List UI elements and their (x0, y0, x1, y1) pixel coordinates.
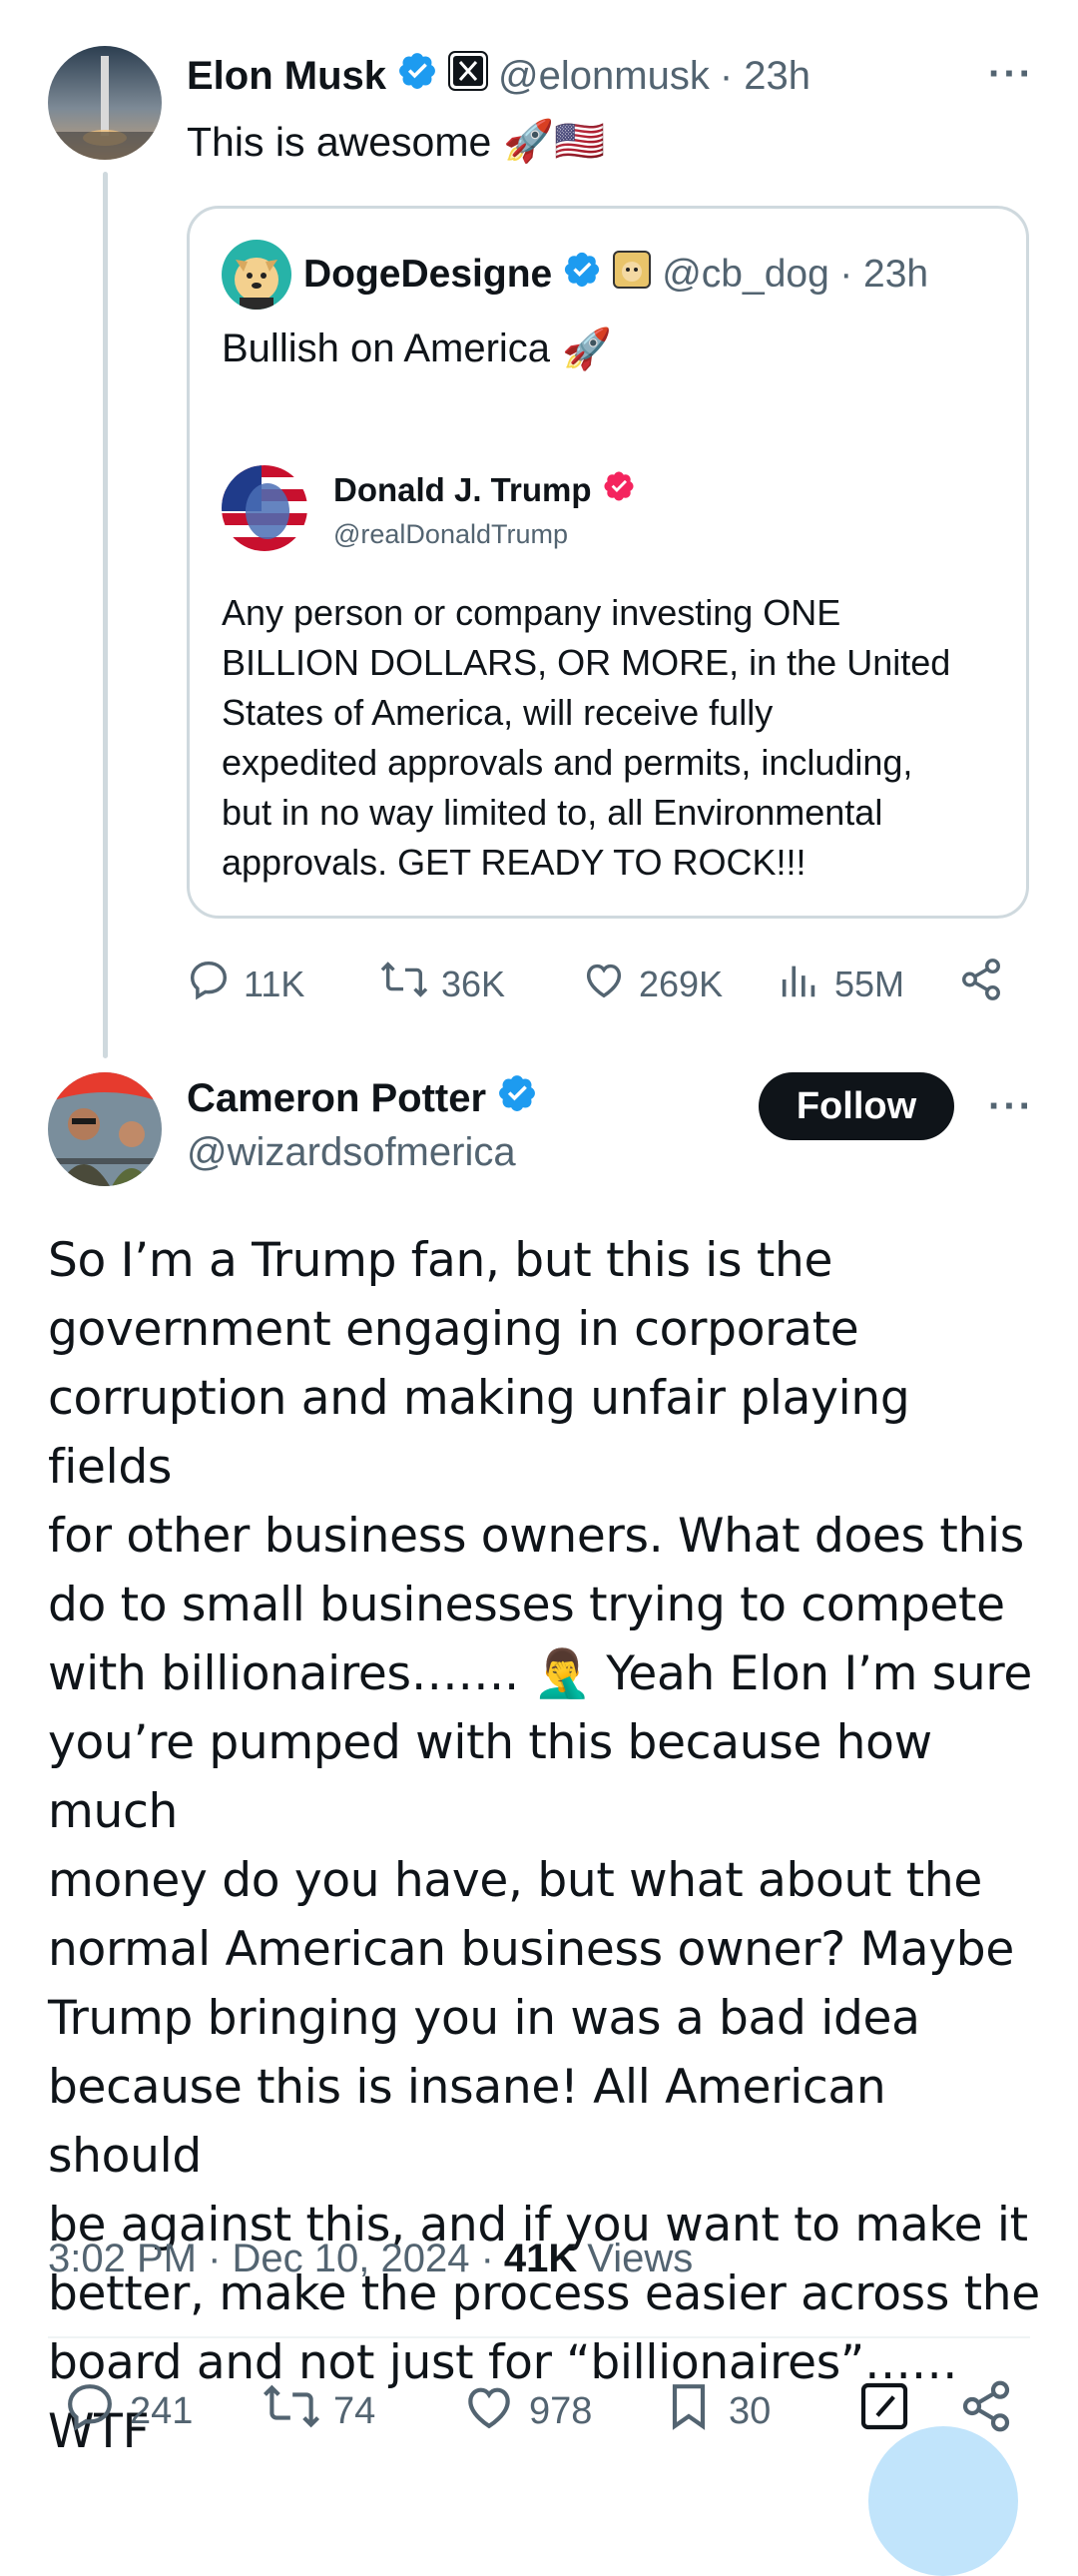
embedded-author-name: Donald J. Trump (333, 471, 592, 508)
verified-badge-icon (562, 250, 602, 300)
quote-time[interactable]: · 23h (839, 253, 928, 297)
tweet-text: This is awesome (187, 118, 492, 165)
views-count: 55M (834, 963, 905, 1004)
retweet-button[interactable]: 36K (379, 957, 505, 1011)
dogedesigner-avatar[interactable] (222, 240, 291, 310)
views-label: Views (587, 2237, 694, 2280)
reply-icon (62, 2378, 118, 2444)
bookmark-button[interactable]: 30 (661, 2378, 771, 2444)
reply-button[interactable]: 11K (186, 957, 304, 1011)
reply-author-handle[interactable]: @wizardsofmerica (187, 1130, 516, 1175)
like-button[interactable]: 269K (581, 957, 723, 1011)
quote-author-name[interactable]: DogeDesigne (303, 253, 552, 297)
follow-button[interactable]: Follow (759, 1072, 954, 1140)
tweet-timestamp[interactable]: 3:02 PM · Dec 10, 2024 · (48, 2237, 494, 2281)
verified-badge-icon (396, 50, 438, 102)
retweet-count: 74 (333, 2389, 376, 2432)
trump-avatar (222, 465, 307, 551)
reply-button[interactable]: 241 (62, 2378, 193, 2444)
share-icon[interactable] (958, 957, 1004, 1007)
bookmark-count: 30 (729, 2389, 772, 2432)
reply-author-name[interactable]: Cameron Potter (187, 1076, 486, 1121)
verified-badge-icon (496, 1072, 538, 1124)
like-count: 978 (529, 2389, 593, 2432)
like-count: 269K (639, 963, 724, 1004)
verified-badge-icon (602, 469, 636, 511)
divider (48, 2336, 1030, 2338)
thread-line (103, 172, 108, 1058)
tweet-emojis: 🚀🇺🇸 (503, 118, 606, 164)
views-button[interactable]: 55M (777, 957, 904, 1011)
compose-icon[interactable] (856, 2378, 912, 2439)
like-button[interactable]: 978 (461, 2378, 592, 2444)
more-icon[interactable]: ··· (988, 1086, 1034, 1126)
cameron-avatar[interactable] (48, 1072, 162, 1186)
compose-fab[interactable] (868, 2426, 1018, 2576)
bookmark-icon (661, 2378, 717, 2444)
doge-badge-icon (612, 250, 652, 300)
retweet-icon (262, 2378, 321, 2444)
quote-emoji: 🚀 (562, 327, 612, 371)
quote-text: Bullish on America (222, 326, 551, 370)
like-icon (581, 957, 627, 1011)
retweet-icon (379, 957, 429, 1011)
like-icon (461, 2378, 517, 2444)
tweet-time[interactable]: · 23h (720, 54, 810, 99)
reply-count: 11K (244, 963, 305, 1004)
elon-avatar[interactable] (48, 46, 162, 160)
embedded-author-handle: @realDonaldTrump (333, 519, 568, 549)
author-name[interactable]: Elon Musk (187, 54, 386, 99)
reply-count: 241 (130, 2389, 194, 2432)
author-handle[interactable]: @elonmusk (498, 54, 710, 99)
x-logo-icon (448, 51, 489, 101)
retweet-button[interactable]: 74 (262, 2378, 375, 2444)
retweet-count: 36K (441, 963, 506, 1004)
embedded-post-text: Any person or company investing ONE BILL… (222, 592, 951, 883)
reply-icon (186, 957, 232, 1011)
views-count-bold[interactable]: 41K (504, 2237, 577, 2281)
more-icon[interactable]: ··· (988, 54, 1034, 94)
quote-author-handle[interactable]: @cb_doge (662, 253, 829, 297)
views-icon (777, 957, 822, 1011)
